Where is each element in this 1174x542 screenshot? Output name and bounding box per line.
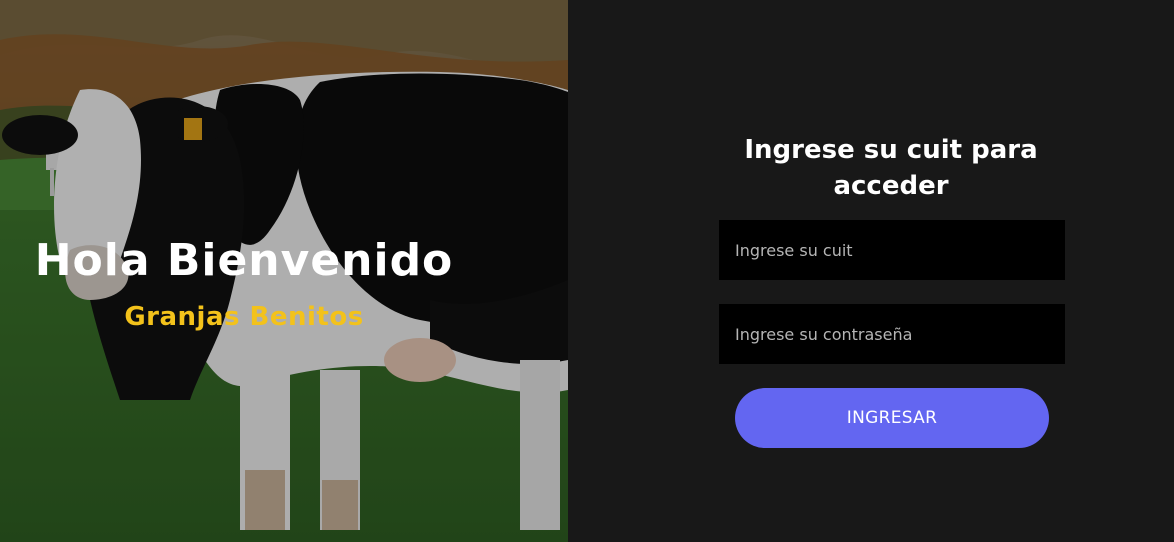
login-page: Hola Bienvenido Granjas Benitos Ingrese … [0,0,1174,542]
login-panel: Ingrese su cuit para acceder INGRESAR [568,0,1174,542]
submit-button[interactable]: INGRESAR [735,388,1049,448]
cuit-input[interactable] [719,220,1065,280]
hero-panel: Hola Bienvenido Granjas Benitos [0,0,568,542]
brand-subtitle: Granjas Benitos [124,302,364,332]
welcome-block: Hola Bienvenido Granjas Benitos [0,232,488,334]
login-heading: Ingrese su cuit para acceder [744,135,1038,201]
welcome-title: Hola Bienvenido [34,235,454,286]
password-input[interactable] [719,304,1065,364]
